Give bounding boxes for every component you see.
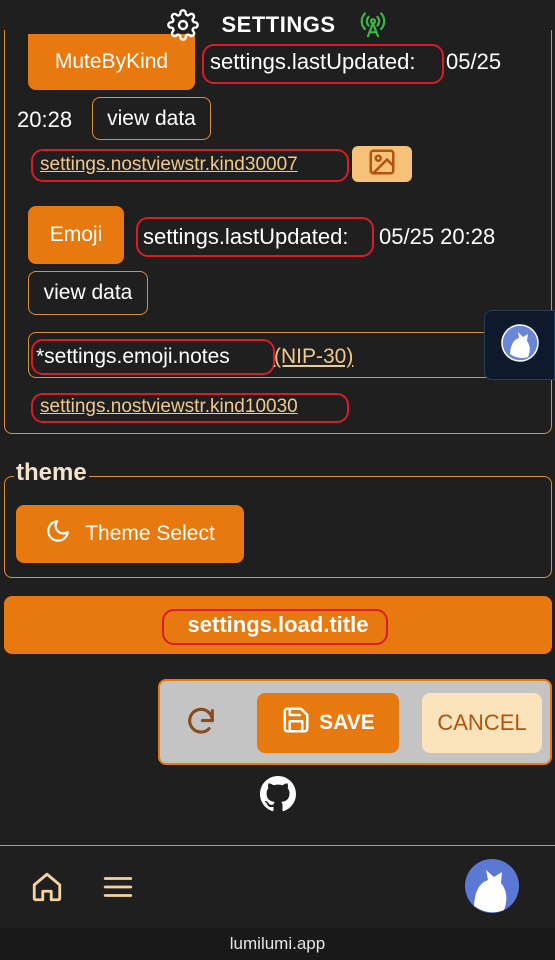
bottom-nav <box>0 846 555 928</box>
menu-icon[interactable] <box>101 870 135 909</box>
avatar <box>500 323 539 367</box>
view-data-button[interactable]: view data <box>92 97 211 140</box>
emoji-button[interactable]: Emoji <box>28 206 124 264</box>
github-icon[interactable] <box>260 776 296 817</box>
antenna-icon[interactable] <box>358 10 388 40</box>
emoji-notes-text: *settings.emoji.notes <box>36 345 230 368</box>
theme-legend: theme <box>14 459 89 487</box>
cancel-button[interactable]: CANCEL <box>422 693 542 753</box>
kind30007-link[interactable]: settings.nostviewstr.kind30007 <box>40 154 298 176</box>
floppy-disk-icon <box>281 705 311 741</box>
app-header: SETTINGS <box>0 0 555 50</box>
home-icon[interactable] <box>30 870 64 909</box>
save-bar: SAVE CANCEL <box>158 679 552 765</box>
image-button[interactable] <box>352 146 412 182</box>
last-updated-time: 20:28 <box>17 107 73 132</box>
theme-select-button[interactable]: Theme Select <box>16 505 244 563</box>
page-title: SETTINGS <box>221 12 336 37</box>
save-label: SAVE <box>319 711 375 734</box>
last-updated-value: 05/25 20:28 <box>379 224 496 249</box>
save-button[interactable]: SAVE <box>257 693 399 753</box>
theme-select-label: Theme Select <box>85 522 215 545</box>
gear-icon[interactable] <box>167 9 200 41</box>
image-icon <box>367 147 397 182</box>
highlight-box <box>162 609 388 645</box>
url-bar: lumilumi.app <box>0 928 555 960</box>
avatar[interactable] <box>464 858 520 919</box>
last-updated-key: settings.lastUpdated: <box>143 224 349 249</box>
last-updated-date: 05/25 <box>446 49 502 74</box>
url-text: lumilumi.app <box>229 934 326 953</box>
moon-icon <box>45 518 71 550</box>
floating-avatar-button[interactable] <box>484 310 555 380</box>
kind10030-link[interactable]: settings.nostviewstr.kind10030 <box>40 396 298 418</box>
view-data-button[interactable]: view data <box>28 271 148 315</box>
nip30-link[interactable]: (NIP-30) <box>274 345 353 369</box>
refresh-icon[interactable] <box>184 705 218 744</box>
last-updated-key: settings.lastUpdated: <box>210 49 416 74</box>
